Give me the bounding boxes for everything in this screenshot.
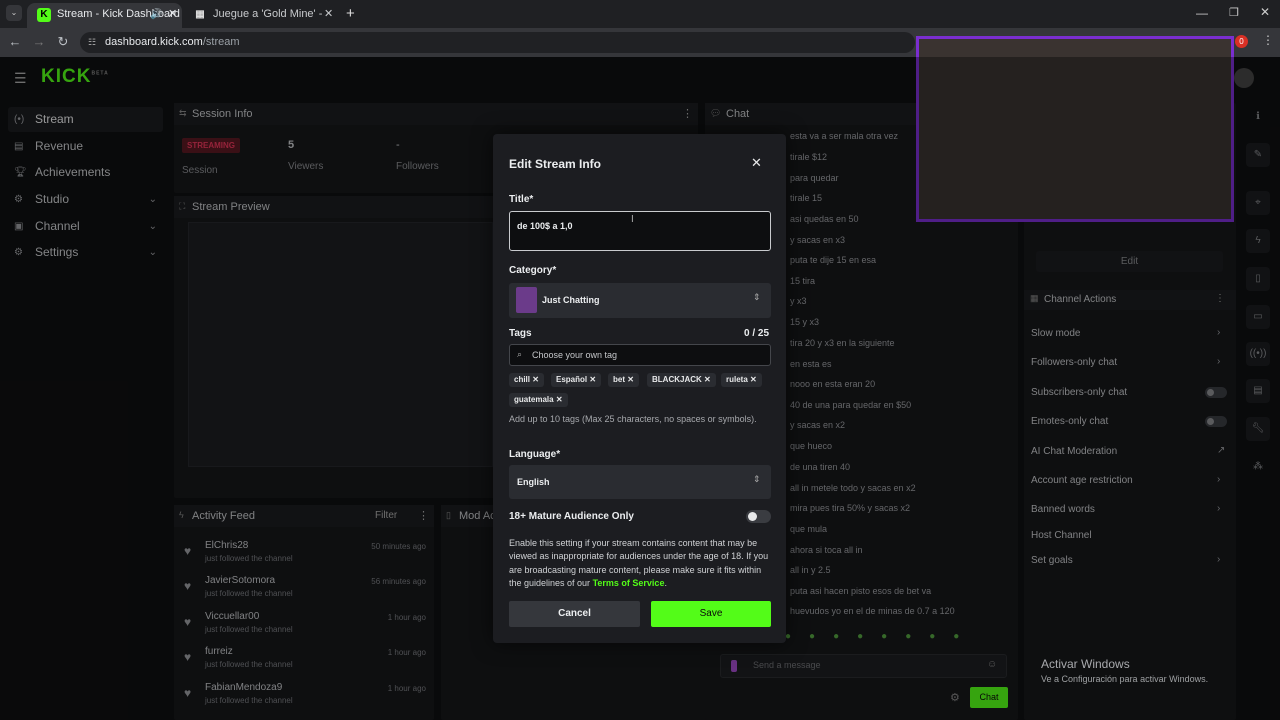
maximize-icon[interactable]: ❐ [1229,6,1239,19]
windows-activation-subtitle: Ve a Configuración para activar Windows. [1041,674,1209,684]
tags-label: Tags [509,328,532,339]
tag-chip[interactable]: BLACKJACK ✕ [647,373,716,387]
search-icon: ⌕ [517,349,523,359]
close-tab-icon[interactable]: ✕ [168,3,177,26]
remove-tag-icon[interactable]: ✕ [532,375,539,384]
tags-help-text: Add up to 10 tags (Max 25 characters, no… [509,414,757,424]
url-field[interactable]: ☷ dashboard.kick.com/stream [80,32,915,53]
minimize-icon[interactable]: — [1196,6,1208,20]
mature-toggle[interactable] [746,510,771,523]
remove-tag-icon[interactable]: ✕ [750,375,757,384]
tag-label: guatemala [514,395,554,404]
game-favicon-icon: ▦ [195,9,205,20]
modal-title: Edit Stream Info [509,157,602,171]
tab-gold-mine[interactable]: ▦ Juegue a 'Gold Mine' - Juegos d ✕ [183,3,338,28]
language-label: Language* [509,449,561,460]
tag-chip[interactable]: ruleta ✕ [721,373,762,387]
language-value: English [517,477,550,487]
windows-activation-title: Activar Windows [1041,657,1130,671]
tags-input[interactable]: ⌕ Choose your own tag [509,344,771,366]
remove-tag-icon[interactable]: ✕ [627,375,634,384]
tags-counter: 0 / 25 [744,328,770,339]
speaker-icon[interactable]: 🔊 [150,3,162,26]
mature-label: 18+ Mature Audience Only [509,511,634,522]
tag-label: ruleta [726,375,748,384]
tag-label: Español [556,375,588,384]
site-info-icon[interactable]: ☷ [88,32,96,53]
browser-menu-icon[interactable]: ⋮ [1262,33,1274,47]
tab-search-button[interactable]: ⌄ [6,5,22,21]
select-arrows-icon: ⇕ [753,474,761,484]
notification-badge[interactable]: 0 [1235,35,1248,48]
tags-input-placeholder: Choose your own tag [532,350,618,360]
toggle-knob [748,512,757,521]
tag-chip[interactable]: chill ✕ [509,373,544,387]
forward-icon[interactable]: → [30,33,48,51]
tag-chip[interactable]: guatemala ✕ [509,393,568,407]
remove-tag-icon[interactable]: ✕ [589,375,596,384]
url-host: dashboard.kick.com [105,36,203,48]
url-path: /stream [202,36,240,48]
title-label: Title* [509,194,534,205]
tab-kick-dashboard[interactable]: K Stream - Kick Dashboard 🔊 ✕ [27,3,182,28]
tag-chip[interactable]: Español ✕ [551,373,602,387]
text-cursor-icon: I [631,214,634,225]
tag-label: bet [613,375,625,384]
save-button[interactable]: Save [651,601,771,627]
category-thumbnail [516,287,537,313]
terms-of-service-link[interactable]: Terms of Service [593,578,665,588]
cancel-button[interactable]: Cancel [509,601,640,627]
tab-title: Juegue a 'Gold Mine' - Juegos d [213,8,323,20]
tag-label: chill [514,375,531,384]
close-tab-icon[interactable]: ✕ [324,3,333,26]
title-input-value: de 100$ a 1,0 [517,221,573,231]
kick-favicon-icon: K [37,8,51,22]
help-period: . [664,577,667,588]
reload-icon[interactable]: ↻ [54,33,72,51]
edit-stream-info-modal: Edit Stream Info ✕ Title* de 100$ a 1,0 … [493,134,786,643]
remove-tag-icon[interactable]: ✕ [556,395,563,404]
mature-help-text: Enable this setting if your stream conta… [509,537,774,590]
back-icon[interactable]: ← [6,33,24,51]
close-icon[interactable]: ✕ [751,155,762,171]
close-window-icon[interactable]: ✕ [1260,5,1270,19]
category-select[interactable]: Just Chatting ⇕ [509,283,771,318]
remove-tag-icon[interactable]: ✕ [704,375,711,384]
category-value: Just Chatting [542,295,600,305]
category-label: Category* [509,265,557,276]
tag-label: BLACKJACK [652,375,702,384]
title-input[interactable]: de 100$ a 1,0 [509,211,771,251]
language-select[interactable]: English ⇕ [509,465,771,499]
tag-chip[interactable]: bet ✕ [608,373,639,387]
select-arrows-icon: ⇕ [753,292,761,302]
new-tab-button[interactable]: + [346,5,355,22]
